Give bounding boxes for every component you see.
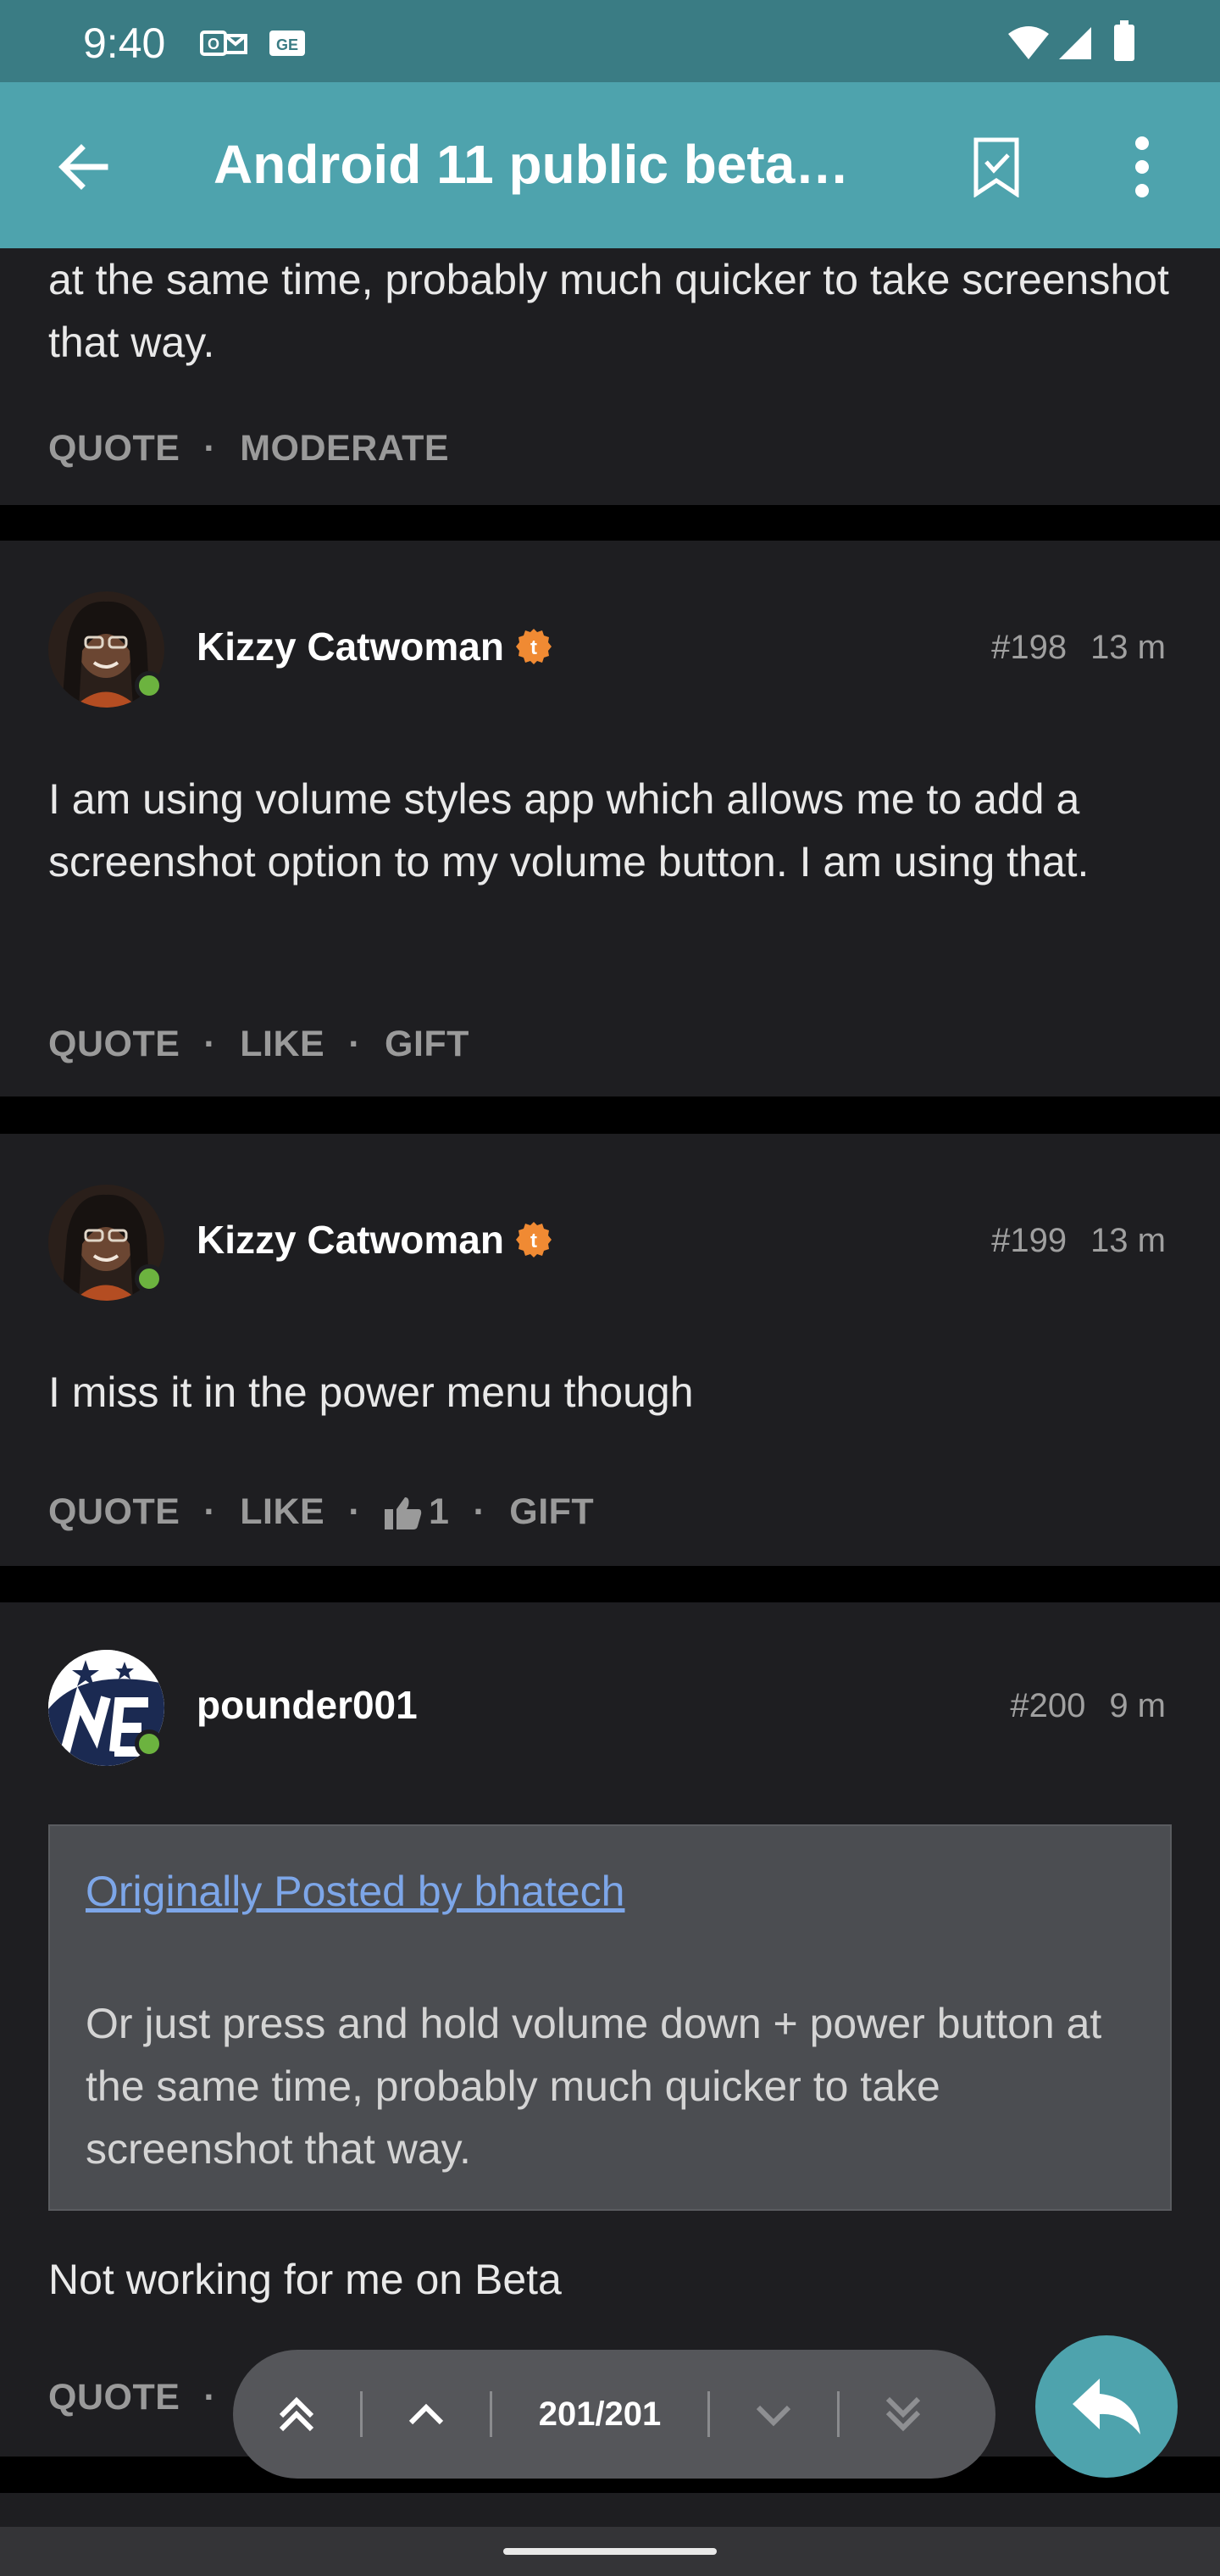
- gift-button[interactable]: GIFT: [509, 1491, 594, 1533]
- post-text: I miss it in the power menu though: [48, 1368, 694, 1416]
- post-text: at the same time, probably much quicker …: [48, 256, 1169, 366]
- quote-text: Or just press and hold volume down + pow…: [86, 2000, 1102, 2173]
- like-button[interactable]: LIKE: [240, 1024, 324, 1065]
- status-time: 9:40: [83, 19, 166, 67]
- status-bar: 9:40 O GE: [0, 0, 1220, 82]
- post-time: 9 m: [1109, 1687, 1166, 1724]
- gesture-navigation-bar: [0, 2527, 1220, 2576]
- outlook-notification-icon: O: [200, 31, 247, 56]
- page-navigator: 201/201: [233, 2350, 995, 2479]
- like-button[interactable]: LIKE: [240, 1491, 324, 1533]
- quote-block: Originally Posted by bhatech Or just pre…: [48, 1824, 1172, 2211]
- bookmark-icon: [973, 137, 1019, 197]
- thumbs-up-icon: [385, 1496, 422, 1530]
- author-name: pounder001: [197, 1683, 418, 1727]
- app-bar: Android 11 public beta…: [0, 82, 1220, 248]
- separator-dot: ·: [203, 428, 217, 469]
- online-indicator: [135, 1264, 164, 1293]
- separator-dot: ·: [203, 2377, 217, 2418]
- post-number[interactable]: #198: [991, 629, 1067, 667]
- post-meta: #199 13 m: [991, 1222, 1166, 1260]
- post-time: 13 m: [1090, 1222, 1166, 1259]
- previous-page-button[interactable]: [363, 2350, 490, 2479]
- next-page-button[interactable]: [710, 2350, 837, 2479]
- online-indicator: [135, 1729, 164, 1758]
- post-actions: QUOTE ·: [48, 2377, 240, 2418]
- battery-icon: [1114, 20, 1134, 61]
- wifi-icon: [1008, 26, 1049, 59]
- double-chevron-down-icon: [885, 2396, 921, 2432]
- reply-button[interactable]: [1035, 2335, 1178, 2478]
- post-author[interactable]: pounder001: [197, 1682, 418, 1728]
- post-author[interactable]: Kizzy Catwoman t: [197, 624, 553, 669]
- online-indicator: [135, 671, 164, 700]
- gmail-notification-icon: GE: [269, 31, 305, 56]
- post-number[interactable]: #200: [1010, 1687, 1085, 1725]
- gift-button[interactable]: GIFT: [385, 1024, 469, 1065]
- home-handle[interactable]: [503, 2548, 717, 2555]
- post-card: Kizzy Catwoman t #198 13 m I am using vo…: [0, 541, 1220, 1096]
- post-text: I am using volume styles app which allow…: [48, 775, 1090, 886]
- first-page-button[interactable]: [233, 2350, 360, 2479]
- page-indicator[interactable]: 201/201: [492, 2396, 707, 2434]
- separator-dot: ·: [348, 1024, 362, 1064]
- post-actions: QUOTE · LIKE · 1 · GIFT: [48, 1491, 594, 1533]
- post-meta: #198 13 m: [991, 629, 1166, 667]
- svg-text:GE: GE: [276, 36, 298, 53]
- more-vert-icon: [1135, 136, 1149, 197]
- signal-icon: [1059, 27, 1091, 59]
- author-name: Kizzy Catwoman: [197, 1218, 504, 1262]
- quote-button[interactable]: QUOTE: [48, 1491, 180, 1533]
- last-page-button[interactable]: [840, 2350, 967, 2479]
- post-time: 13 m: [1090, 629, 1166, 666]
- post-card: [0, 2493, 1220, 2527]
- quote-button[interactable]: QUOTE: [48, 2377, 180, 2418]
- separator-dot: ·: [473, 1491, 486, 1532]
- post-card: at the same time, probably much quicker …: [0, 248, 1220, 505]
- author-name: Kizzy Catwoman: [197, 625, 504, 669]
- post-author[interactable]: Kizzy Catwoman t: [197, 1217, 553, 1263]
- post-meta: #200 9 m: [1010, 1687, 1166, 1725]
- quote-button[interactable]: QUOTE: [48, 428, 180, 469]
- like-count[interactable]: 1: [385, 1491, 449, 1533]
- thread-title: Android 11 public beta…: [214, 134, 850, 195]
- post-number[interactable]: #199: [991, 1222, 1067, 1260]
- svg-text:O: O: [208, 36, 219, 53]
- quote-button[interactable]: QUOTE: [48, 1024, 180, 1065]
- separator-dot: ·: [203, 1024, 217, 1064]
- svg-text:t: t: [530, 1230, 537, 1252]
- arrow-back-icon: [58, 144, 108, 190]
- svg-text:t: t: [530, 636, 537, 659]
- post-actions: QUOTE · MODERATE: [48, 428, 449, 469]
- member-badge-icon: t: [515, 629, 552, 664]
- back-button[interactable]: [42, 126, 124, 208]
- post-actions: QUOTE · LIKE · GIFT: [48, 1024, 469, 1065]
- post-text: Not working for me on Beta: [48, 2256, 562, 2303]
- post-card: Kizzy Catwoman t #199 13 m I miss it in …: [0, 1134, 1220, 1566]
- separator-dot: ·: [348, 1491, 362, 1532]
- like-count-value: 1: [429, 1491, 450, 1532]
- double-chevron-up-icon: [279, 2396, 314, 2432]
- quote-source-link[interactable]: Originally Posted by bhatech: [86, 1867, 624, 1916]
- more-options-button[interactable]: [1101, 126, 1183, 208]
- separator-dot: ·: [203, 1491, 217, 1532]
- moderate-button[interactable]: MODERATE: [240, 428, 449, 469]
- chevron-down-icon: [756, 2405, 791, 2427]
- bookmark-button[interactable]: [956, 126, 1037, 208]
- member-badge-icon: t: [515, 1222, 552, 1257]
- chevron-up-icon: [408, 2403, 444, 2425]
- reply-icon: [1073, 2379, 1140, 2434]
